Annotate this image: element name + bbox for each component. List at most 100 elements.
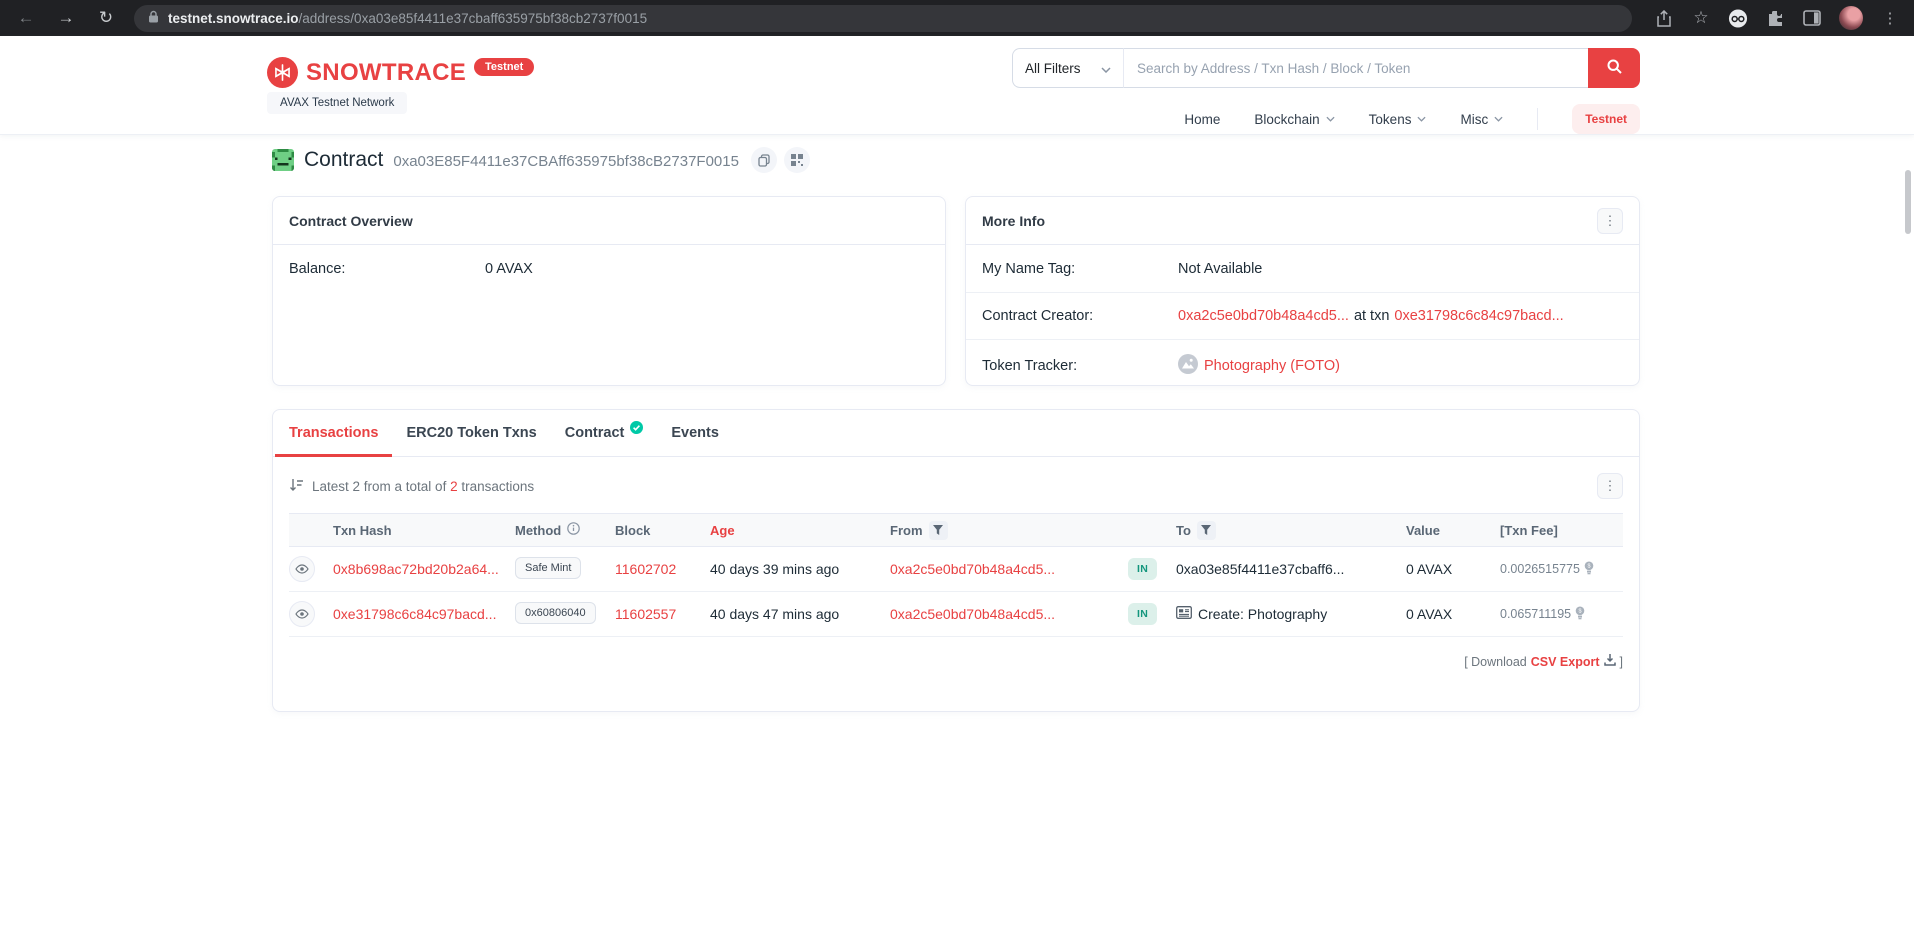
preview-eye-button[interactable]: [289, 601, 315, 627]
name-tag-label: My Name Tag:: [982, 260, 1076, 277]
block-link[interactable]: 11602557: [615, 606, 710, 622]
back-icon[interactable]: ←: [14, 6, 38, 30]
search-bar: All Filters: [1012, 48, 1640, 88]
txn-hash-link[interactable]: 0x8b698ac72bd20b2a64...: [333, 561, 515, 577]
download-suffix: ]: [1619, 654, 1623, 669]
site-header: SNOWTRACE Testnet AVAX Testnet Network A…: [0, 36, 1914, 135]
preview-eye-button[interactable]: [289, 556, 315, 582]
table-row: 0xe31798c6c84c97bacd... 0x60806040 11602…: [289, 592, 1623, 637]
col-age-toggle[interactable]: Age: [710, 523, 890, 538]
search-button[interactable]: [1588, 48, 1640, 88]
age-value: 40 days 47 mins ago: [710, 606, 840, 622]
sort-icon: [289, 478, 304, 495]
nav-misc[interactable]: Misc: [1460, 112, 1503, 127]
network-label: AVAX Testnet Network: [267, 92, 408, 114]
eye-icon: [295, 564, 309, 574]
forward-icon[interactable]: →: [54, 6, 78, 30]
nav-tokens[interactable]: Tokens: [1369, 112, 1427, 127]
svg-text:$: $: [1587, 563, 1590, 569]
creator-txn-link[interactable]: 0xe31798c6c84c97bacd...: [1394, 308, 1563, 324]
chevron-down-icon: [1101, 61, 1111, 76]
tab-bar: Transactions ERC20 Token Txns Contract E…: [273, 410, 1639, 457]
search-filter-select[interactable]: All Filters: [1012, 48, 1124, 88]
token-tracker-link[interactable]: Photography (FOTO): [1204, 358, 1340, 374]
chrome-menu-icon[interactable]: ⋮: [1880, 8, 1900, 28]
refresh-icon[interactable]: ↻: [94, 6, 118, 30]
tab-erc20-label: ERC20 Token Txns: [406, 425, 537, 441]
chevron-down-icon: [1494, 116, 1503, 122]
contract-address: 0xa03E85F4411e37CBAff635975bf38cB2737F00…: [393, 153, 739, 170]
from-address-link[interactable]: 0xa2c5e0bd70b48a4cd5...: [890, 561, 1128, 577]
from-address-link[interactable]: 0xa2c5e0bd70b48a4cd5...: [890, 606, 1128, 622]
col-from: From: [890, 522, 923, 538]
search-input[interactable]: [1124, 48, 1588, 88]
nav-home[interactable]: Home: [1184, 112, 1220, 127]
eye-icon: [295, 609, 309, 619]
snowtrace-logo[interactable]: SNOWTRACE Testnet: [267, 57, 535, 88]
csv-export-row: [ Download CSV Export ]: [273, 637, 1639, 669]
txn-hash-link[interactable]: 0xe31798c6c84c97bacd...: [333, 606, 515, 622]
kebab-icon: ⋮: [1603, 478, 1617, 493]
nav-blockchain[interactable]: Blockchain: [1254, 112, 1335, 127]
name-tag-row: My Name Tag: Not Available: [966, 245, 1639, 292]
balance-label: Balance:: [289, 260, 346, 277]
download-prefix: [ Download: [1464, 654, 1527, 669]
info-icon[interactable]: [567, 522, 581, 538]
tab-transactions[interactable]: Transactions: [275, 410, 393, 457]
summary-count: 2: [450, 478, 458, 494]
extension-icon[interactable]: [1728, 8, 1748, 28]
balance-value: 0 AVAX: [485, 260, 533, 277]
from-filter-button[interactable]: [928, 520, 948, 540]
logo-text: SNOWTRACE: [306, 59, 467, 86]
col-block: Block: [615, 522, 651, 538]
tab-events-label: Events: [671, 425, 719, 441]
tab-contract[interactable]: Contract: [551, 410, 658, 456]
kebab-icon: ⋮: [1603, 212, 1617, 228]
transactions-card: Transactions ERC20 Token Txns Contract E…: [272, 409, 1640, 712]
snowflake-icon: [267, 57, 298, 88]
scrollbar-thumb[interactable]: [1905, 170, 1911, 234]
txn-fee-value: 0.065711195: [1500, 607, 1572, 621]
tab-events[interactable]: Events: [657, 410, 733, 456]
contract-overview-header: Contract Overview: [273, 197, 945, 245]
browser-chrome: ← → ↻ testnet.snowtrace.io/address/0xa03…: [0, 0, 1914, 36]
more-info-menu-button[interactable]: ⋮: [1597, 207, 1623, 234]
gas-bulb-icon: $: [1584, 561, 1594, 578]
nav-divider: [1537, 108, 1539, 130]
logo-testnet-badge: Testnet: [474, 58, 535, 76]
tab-transactions-label: Transactions: [289, 425, 379, 441]
profile-avatar[interactable]: [1839, 6, 1863, 30]
sidebar-panel-icon[interactable]: [1802, 8, 1822, 28]
address-bar[interactable]: testnet.snowtrace.io/address/0xa03e85f44…: [134, 4, 1632, 32]
col-method: Method: [515, 522, 562, 538]
nav-home-label: Home: [1184, 111, 1221, 127]
url-path: /address/0xa03e85f4411e37cbaff635975bf38…: [298, 10, 648, 26]
value-cell: 0 AVAX: [1406, 606, 1453, 622]
txn-fee-value: 0.0026515775: [1500, 562, 1580, 576]
more-info-card: More Info ⋮ My Name Tag: Not Available C…: [965, 196, 1640, 386]
search-icon: [1607, 59, 1622, 77]
bookmark-star-icon[interactable]: ☆: [1691, 8, 1711, 28]
summary-row: Latest 2 from a total of 2 transactions …: [273, 457, 1639, 505]
token-tracker-label: Token Tracker:: [982, 358, 1078, 374]
chrome-toolbar: ☆ ⋮: [1654, 6, 1900, 30]
age-value: 40 days 39 mins ago: [710, 561, 840, 577]
creator-address-link[interactable]: 0xa2c5e0bd70b48a4cd5...: [1178, 308, 1349, 324]
nav-testnet-button[interactable]: Testnet: [1572, 104, 1640, 134]
tab-erc20-token-txns[interactable]: ERC20 Token Txns: [392, 410, 550, 456]
table-menu-button[interactable]: ⋮: [1597, 473, 1623, 499]
csv-export-link[interactable]: CSV Export: [1531, 655, 1600, 669]
chevron-down-icon: [1417, 116, 1427, 122]
copy-address-button[interactable]: [750, 147, 777, 173]
extensions-puzzle-icon[interactable]: [1765, 8, 1785, 28]
block-link[interactable]: 11602702: [615, 561, 710, 577]
direction-badge: IN: [1128, 603, 1158, 625]
more-info-header: More Info ⋮: [966, 197, 1639, 245]
download-icon[interactable]: [1603, 654, 1616, 669]
share-icon[interactable]: [1654, 8, 1674, 28]
qr-code-button[interactable]: [783, 147, 810, 173]
nav-misc-label: Misc: [1460, 111, 1489, 127]
to-filter-button[interactable]: [1196, 520, 1216, 540]
snowtrace-contract-page: ← → ↻ testnet.snowtrace.io/address/0xa03…: [0, 0, 1914, 941]
contract-creation-icon: [1176, 606, 1192, 622]
